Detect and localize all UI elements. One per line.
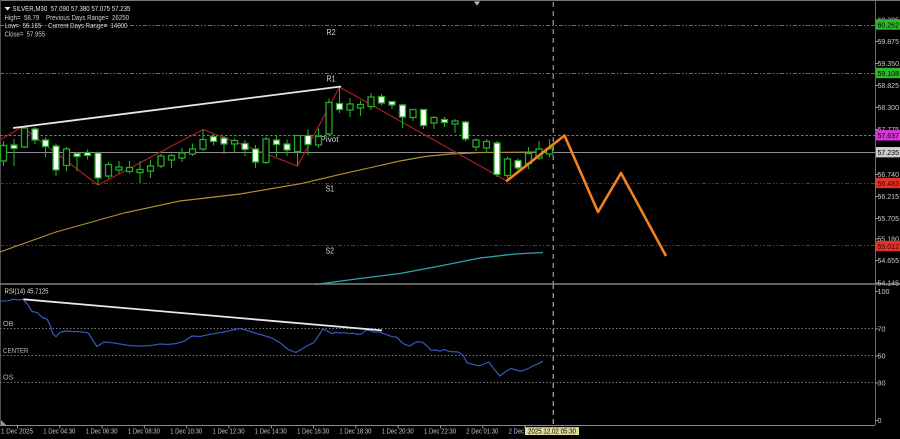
svg-text:60.262: 60.262 <box>878 20 900 29</box>
svg-text:59.350: 59.350 <box>878 59 900 68</box>
svg-text:S2: S2 <box>326 247 335 256</box>
svg-text:1 Dec 22:30: 1 Dec 22:30 <box>424 427 456 436</box>
svg-text:1 Dec 10:30: 1 Dec 10:30 <box>170 427 202 436</box>
svg-text:RSI(14) 45.7125: RSI(14) 45.7125 <box>5 287 49 296</box>
svg-text:Pivot: Pivot <box>321 135 340 144</box>
svg-text:50: 50 <box>878 351 886 360</box>
svg-text:57.235: 57.235 <box>878 148 900 157</box>
svg-text:1 Dec 04:30: 1 Dec 04:30 <box>43 427 75 436</box>
svg-text:54.655: 54.655 <box>878 256 900 265</box>
svg-text:100: 100 <box>878 287 890 296</box>
svg-text:58.825: 58.825 <box>878 81 900 90</box>
svg-text:1 Dec 20:30: 1 Dec 20:30 <box>382 427 414 436</box>
svg-text:CENTER: CENTER <box>3 346 29 355</box>
svg-text:1 Dec 16:30: 1 Dec 16:30 <box>297 427 329 436</box>
svg-text:R1: R1 <box>327 75 336 84</box>
svg-text:56.740: 56.740 <box>878 170 900 179</box>
svg-text:56.215: 56.215 <box>878 192 900 201</box>
svg-text:1 Dec 06:30: 1 Dec 06:30 <box>86 427 118 436</box>
svg-text:1 Dec 08:30: 1 Dec 08:30 <box>128 427 160 436</box>
svg-text:1 Dec 2025: 1 Dec 2025 <box>1 427 33 436</box>
svg-text:70: 70 <box>878 324 886 333</box>
svg-text:55.012: 55.012 <box>878 242 900 251</box>
svg-text:59.875: 59.875 <box>878 37 900 46</box>
svg-text:1 Dec 14:30: 1 Dec 14:30 <box>255 427 287 436</box>
svg-text:SILVER,M30 57.090 57.380 57.0: SILVER,M30 57.090 57.380 57.075 57.235 <box>12 4 130 13</box>
svg-text:OB: OB <box>3 319 14 328</box>
svg-text:1 Dec 18:30: 1 Dec 18:30 <box>339 427 371 436</box>
svg-text:55.705: 55.705 <box>878 214 900 223</box>
svg-text:56.483: 56.483 <box>878 179 900 188</box>
svg-text:2 Dec 01:30: 2 Dec 01:30 <box>466 427 498 436</box>
svg-text:S1: S1 <box>326 185 335 194</box>
svg-text:59.108: 59.108 <box>878 69 900 78</box>
svg-text:OS: OS <box>3 373 14 382</box>
svg-text:Close= 57.955: Close= 57.955 <box>5 30 46 39</box>
svg-text:30: 30 <box>878 378 886 387</box>
svg-text:R2: R2 <box>327 28 336 37</box>
svg-text:0: 0 <box>878 416 882 425</box>
svg-text:58.300: 58.300 <box>878 103 900 112</box>
svg-text:1 Dec 12:30: 1 Dec 12:30 <box>213 427 245 436</box>
svg-text:57.637: 57.637 <box>878 131 900 140</box>
svg-text:2025.12.02 05:30: 2025.12.02 05:30 <box>528 426 576 435</box>
